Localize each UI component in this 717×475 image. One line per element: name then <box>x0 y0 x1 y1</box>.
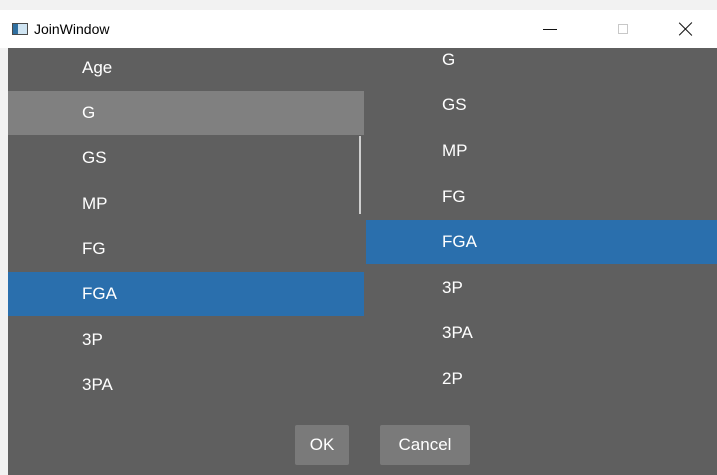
minimize-button[interactable] <box>527 10 573 48</box>
dialog-content: Age G GS MP FG FGA 3P 3PA G GS MP FG FGA… <box>8 48 717 475</box>
minimize-icon <box>543 28 557 30</box>
join-window: JoinWindow Age G GS MP FG FGA 3P 3PA G G… <box>0 0 717 475</box>
right-list-item-fga[interactable]: FGA <box>366 220 717 264</box>
title-bar[interactable]: JoinWindow <box>0 10 717 48</box>
left-column-list[interactable]: Age G GS MP FG FGA 3P 3PA <box>8 48 364 410</box>
right-list-item-mp[interactable]: MP <box>366 129 717 173</box>
right-list-item-g[interactable]: G <box>366 48 717 82</box>
maximize-button[interactable] <box>600 10 646 48</box>
right-list-item-3pa[interactable]: 3PA <box>366 311 717 355</box>
right-list-item-3p[interactable]: 3P <box>366 266 717 310</box>
close-button[interactable] <box>663 10 709 48</box>
left-list-item-g[interactable]: G <box>8 91 364 135</box>
right-list-item-fg[interactable]: FG <box>366 175 717 219</box>
close-icon <box>678 21 694 37</box>
left-list-scrollbar[interactable] <box>359 136 361 214</box>
left-list-item-3p[interactable]: 3P <box>8 318 364 362</box>
left-list-item-mp[interactable]: MP <box>8 182 364 226</box>
left-list-item-fg[interactable]: FG <box>8 227 364 271</box>
cancel-button[interactable]: Cancel <box>380 425 470 465</box>
window-title: JoinWindow <box>34 21 110 37</box>
right-list-item-gs[interactable]: GS <box>366 83 717 127</box>
right-list-item-2p[interactable]: 2P <box>366 357 717 401</box>
left-list-item-3pa[interactable]: 3PA <box>8 363 364 407</box>
left-list-item-age[interactable]: Age <box>8 48 364 90</box>
maximize-icon <box>618 24 628 34</box>
right-column-list[interactable]: G GS MP FG FGA 3P 3PA 2P <box>366 48 717 410</box>
left-list-item-fga[interactable]: FGA <box>8 272 364 316</box>
ok-button[interactable]: OK <box>295 425 349 465</box>
left-list-item-gs[interactable]: GS <box>8 136 364 180</box>
app-icon <box>12 23 28 35</box>
